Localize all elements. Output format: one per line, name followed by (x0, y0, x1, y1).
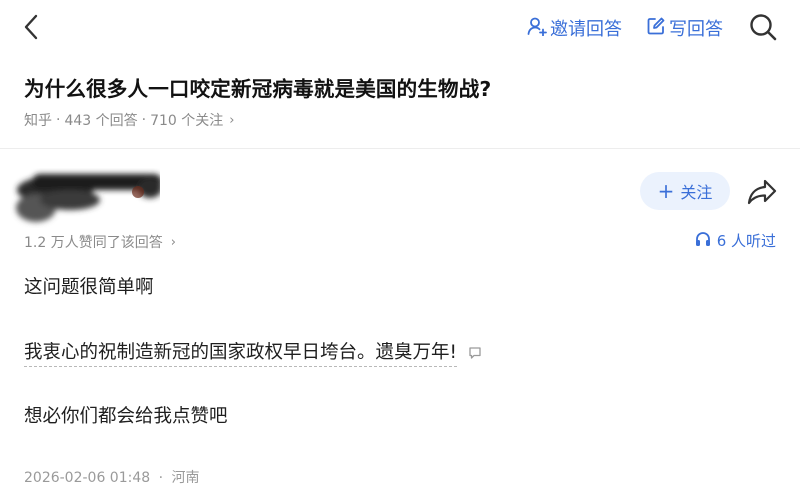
answer-count: 443 个回答 (64, 113, 138, 129)
agree-text: 1.2 万人赞同了该回答 (24, 235, 163, 251)
write-answer-label: 写回答 (669, 19, 723, 40)
section-divider (0, 148, 800, 149)
redacted-avatar[interactable] (10, 168, 162, 228)
answer-location: 河南 (171, 470, 200, 486)
listen-count[interactable]: 6 人听过 (695, 230, 776, 251)
meta-separator: · (158, 470, 164, 486)
meta-separator: · (141, 112, 147, 128)
share-icon[interactable] (746, 178, 778, 206)
answer-paragraph: 这问题很简单啊 (24, 277, 154, 298)
answer-paragraph: 我衷心的祝制造新冠的国家政权早日垮台。遗臭万年! (24, 338, 482, 367)
answer-date: 2026-02-06 01:48 (24, 470, 151, 486)
follow-button[interactable]: + 关注 (640, 172, 730, 210)
top-bar: 邀请回答 写回答 (0, 0, 800, 56)
write-answer-button[interactable]: 写回答 (646, 14, 723, 42)
source-label: 知乎 (24, 113, 52, 129)
write-edit-icon (646, 16, 669, 41)
answer-meta: 2026-02-06 01:48 · 河南 (24, 467, 200, 487)
plus-icon: + (657, 179, 675, 203)
meta-separator: · (56, 112, 61, 128)
chevron-right-icon: › (229, 112, 235, 128)
chevron-right-icon: › (170, 234, 176, 250)
question-meta[interactable]: 知乎 · 443 个回答 · 710 个关注 › (24, 110, 234, 130)
listen-text: 6 人听过 (716, 232, 776, 250)
search-icon[interactable] (748, 12, 778, 42)
invite-answer-button[interactable]: 邀请回答 (527, 14, 622, 42)
headphones-icon (695, 231, 717, 251)
back-arrow-icon[interactable] (18, 12, 46, 42)
agree-count[interactable]: 1.2 万人赞同了该回答 › (24, 232, 176, 252)
invite-answer-label: 邀请回答 (550, 19, 622, 40)
follow-label: 关注 (680, 183, 713, 202)
comment-icon[interactable] (468, 344, 482, 365)
invite-person-icon (527, 16, 550, 41)
answer-paragraph: 想必你们都会给我点赞吧 (24, 406, 228, 427)
question-title[interactable]: 为什么很多人一口咬定新冠病毒就是美国的生物战? (24, 72, 492, 102)
follower-count: 710 个关注 (150, 113, 224, 129)
highlighted-sentence[interactable]: 我衷心的祝制造新冠的国家政权早日垮台。遗臭万年! (24, 342, 457, 367)
